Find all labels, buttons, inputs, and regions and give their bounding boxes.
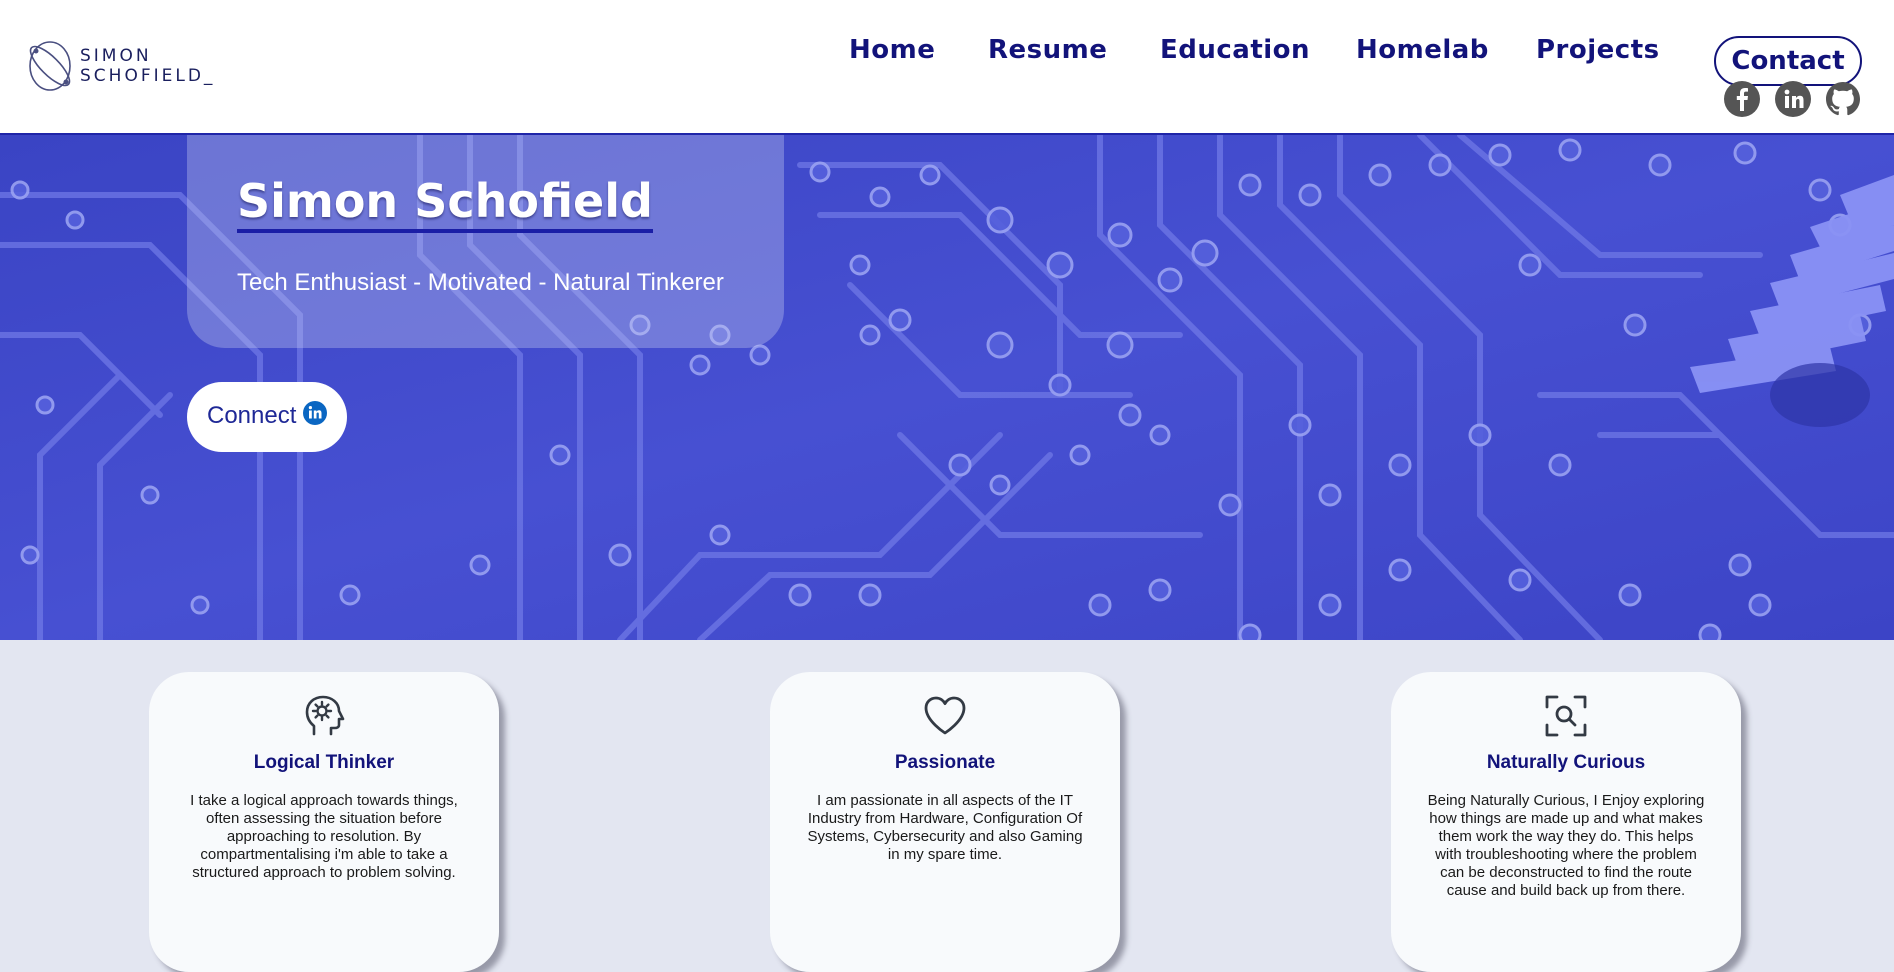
hero-tagline: Tech Enthusiast - Motivated - Natural Ti…	[237, 269, 724, 296]
card-description: Being Naturally Curious, I Enjoy explori…	[1427, 792, 1705, 899]
card-naturally-curious: Naturally Curious Being Naturally Curiou…	[1391, 672, 1741, 972]
connect-linkedin-button[interactable]: Connect	[187, 382, 347, 452]
card-logical-thinker: Logical Thinker I take a logical approac…	[149, 672, 499, 972]
connect-label: Connect	[207, 402, 297, 429]
linkedin-icon[interactable]	[1774, 80, 1812, 118]
nav-projects[interactable]: Projects	[1536, 22, 1660, 78]
nav-education[interactable]: Education	[1160, 22, 1310, 78]
nav-homelab[interactable]: Homelab	[1356, 22, 1489, 78]
github-icon[interactable]	[1824, 80, 1862, 118]
hero-name-heading: Simon Schofield	[237, 175, 653, 233]
search-scan-icon	[1545, 695, 1587, 737]
card-title: Naturally Curious	[1486, 752, 1646, 773]
card-description: I take a logical approach towards things…	[190, 792, 458, 881]
contact-button[interactable]: Contact	[1714, 36, 1862, 86]
head-gear-icon	[305, 695, 345, 736]
linkedin-icon	[303, 401, 327, 425]
heart-icon	[924, 696, 966, 735]
card-title: Logical Thinker	[253, 752, 395, 773]
card-title: Passionate	[894, 752, 996, 773]
nav-resume[interactable]: Resume	[988, 22, 1107, 78]
main-nav: Home Resume Education Homelab Projects C…	[0, 22, 1894, 86]
hero-intro-card	[187, 135, 784, 348]
card-description: I am passionate in all aspects of the IT…	[807, 792, 1083, 863]
site-header: Simon Schofield_ Home Resume Education H…	[0, 0, 1894, 135]
facebook-icon[interactable]	[1723, 80, 1761, 118]
card-passionate: Passionate I am passionate in all aspect…	[770, 672, 1120, 972]
hero-banner: Simon Schofield Tech Enthusiast - Motiva…	[0, 135, 1894, 640]
nav-home[interactable]: Home	[849, 22, 935, 78]
